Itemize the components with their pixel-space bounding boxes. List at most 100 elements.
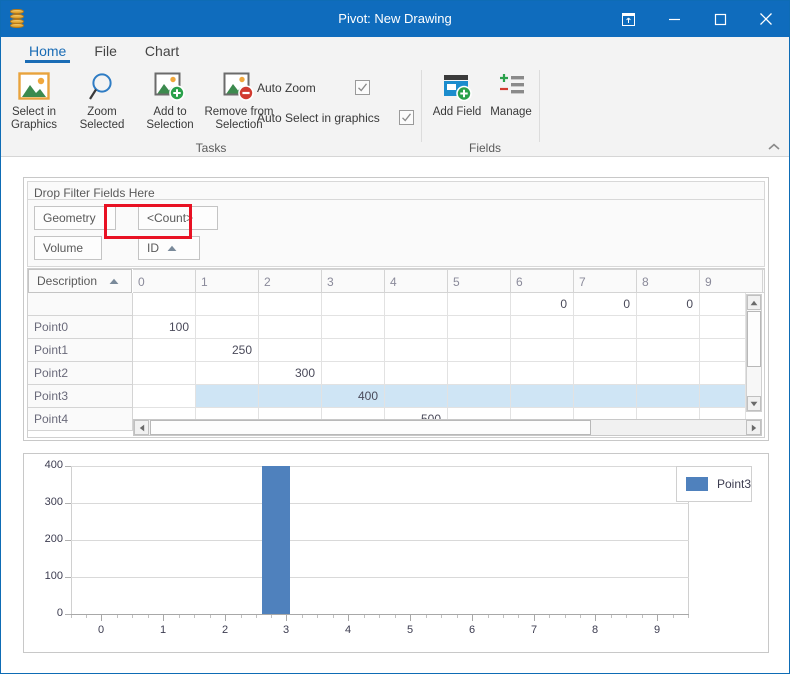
id-field[interactable]: ID xyxy=(138,236,200,260)
chevron-up-icon[interactable] xyxy=(765,139,783,155)
vertical-scroll-thumb[interactable] xyxy=(747,311,761,367)
table-cell[interactable] xyxy=(448,316,511,339)
scroll-down-button[interactable] xyxy=(747,396,761,411)
x-tick-mark xyxy=(534,615,535,621)
column-header-6[interactable]: 6 xyxy=(511,269,574,293)
table-cell[interactable] xyxy=(700,339,746,362)
table-cell[interactable]: 300 xyxy=(259,362,322,385)
table-cell[interactable] xyxy=(700,316,746,339)
add-to-selection-button[interactable]: Add to Selection xyxy=(137,68,203,132)
table-cell[interactable] xyxy=(133,385,196,408)
table-cell[interactable] xyxy=(385,362,448,385)
table-row-header[interactable]: Point4 xyxy=(28,408,133,431)
scroll-up-button[interactable] xyxy=(747,295,761,310)
table-cell[interactable] xyxy=(196,316,259,339)
table-cell[interactable]: 0 xyxy=(637,293,700,316)
tab-file[interactable]: File xyxy=(80,37,131,64)
table-cell[interactable] xyxy=(196,385,259,408)
table-row-header[interactable]: Point3 xyxy=(28,385,133,408)
column-header-0[interactable]: 0 xyxy=(133,269,196,293)
bar-point3[interactable] xyxy=(262,466,290,614)
grid-horizontal-scrollbar[interactable] xyxy=(133,419,762,436)
filter-drop-zone[interactable]: Drop Filter Fields Here xyxy=(27,181,765,201)
table-cell[interactable] xyxy=(133,293,196,316)
table-cell[interactable] xyxy=(196,293,259,316)
column-header-2[interactable]: 2 xyxy=(259,269,322,293)
table-cell[interactable]: 250 xyxy=(196,339,259,362)
table-cell[interactable] xyxy=(637,339,700,362)
table-cell[interactable] xyxy=(700,293,746,316)
table-cell[interactable] xyxy=(574,385,637,408)
table-cell[interactable]: 400 xyxy=(322,385,385,408)
table-cell[interactable] xyxy=(385,316,448,339)
table-cell[interactable] xyxy=(259,385,322,408)
table-cell[interactable] xyxy=(448,385,511,408)
column-header-3[interactable]: 3 xyxy=(322,269,385,293)
table-cell[interactable] xyxy=(637,362,700,385)
table-row-header[interactable] xyxy=(28,293,133,316)
horizontal-scroll-thumb[interactable] xyxy=(150,420,591,435)
table-cell[interactable] xyxy=(196,362,259,385)
table-cell[interactable] xyxy=(322,293,385,316)
minimize-button[interactable] xyxy=(651,1,697,37)
table-row-header[interactable]: Point2 xyxy=(28,362,133,385)
table-cell[interactable] xyxy=(448,362,511,385)
table-cell[interactable] xyxy=(385,339,448,362)
table-cell[interactable] xyxy=(511,362,574,385)
add-field-button[interactable]: Add Field xyxy=(429,68,485,119)
column-header-8[interactable]: 8 xyxy=(637,269,700,293)
table-cell[interactable] xyxy=(700,385,746,408)
pin-window-button[interactable] xyxy=(605,1,651,37)
scroll-left-button[interactable] xyxy=(134,420,149,435)
table-cell[interactable]: 0 xyxy=(511,293,574,316)
close-button[interactable] xyxy=(743,1,789,37)
table-cell[interactable] xyxy=(511,385,574,408)
table-cell[interactable] xyxy=(385,293,448,316)
table-cell[interactable]: 0 xyxy=(574,293,637,316)
count-field[interactable]: <Count> xyxy=(138,206,218,230)
column-header-9[interactable]: 9 xyxy=(700,269,763,293)
table-cell[interactable] xyxy=(574,339,637,362)
table-cell[interactable] xyxy=(133,339,196,362)
maximize-button[interactable] xyxy=(697,1,743,37)
volume-field[interactable]: Volume xyxy=(34,236,102,260)
table-row-header[interactable]: Point0 xyxy=(28,316,133,339)
table-cell[interactable] xyxy=(637,316,700,339)
x-minor-tick xyxy=(457,615,458,618)
table-cell[interactable] xyxy=(574,316,637,339)
column-header-7[interactable]: 7 xyxy=(574,269,637,293)
table-cell[interactable] xyxy=(385,385,448,408)
table-cell[interactable] xyxy=(133,362,196,385)
table-cell[interactable] xyxy=(700,362,746,385)
column-header-5[interactable]: 5 xyxy=(448,269,511,293)
table-cell[interactable] xyxy=(259,316,322,339)
grid-vertical-scrollbar[interactable] xyxy=(746,294,762,412)
description-column-header[interactable]: Description xyxy=(28,269,132,293)
table-row-header[interactable]: Point1 xyxy=(28,339,133,362)
scroll-right-button[interactable] xyxy=(746,420,761,435)
table-cell[interactable] xyxy=(511,339,574,362)
column-header-4[interactable]: 4 xyxy=(385,269,448,293)
column-header-partial[interactable] xyxy=(763,269,764,293)
table-cell[interactable] xyxy=(448,293,511,316)
table-cell[interactable] xyxy=(322,339,385,362)
table-cell[interactable]: 100 xyxy=(133,316,196,339)
zoom-selected-button[interactable]: Zoom Selected xyxy=(69,68,135,132)
tab-chart[interactable]: Chart xyxy=(131,37,193,64)
table-cell[interactable] xyxy=(322,316,385,339)
auto-select-in-graphics-checkbox[interactable] xyxy=(398,110,414,125)
table-cell[interactable] xyxy=(637,385,700,408)
table-cell[interactable] xyxy=(259,339,322,362)
geometry-field[interactable]: Geometry xyxy=(34,206,116,230)
table-cell[interactable] xyxy=(259,293,322,316)
column-header-1[interactable]: 1 xyxy=(196,269,259,293)
table-cell[interactable] xyxy=(322,362,385,385)
manage-fields-button[interactable]: Manage xyxy=(483,68,539,119)
y-tick-mark xyxy=(65,466,71,467)
table-cell[interactable] xyxy=(448,339,511,362)
auto-zoom-checkbox[interactable] xyxy=(354,80,370,95)
tab-home[interactable]: Home xyxy=(15,37,80,64)
select-in-graphics-button[interactable]: Select in Graphics xyxy=(1,68,67,132)
table-cell[interactable] xyxy=(511,316,574,339)
table-cell[interactable] xyxy=(574,362,637,385)
